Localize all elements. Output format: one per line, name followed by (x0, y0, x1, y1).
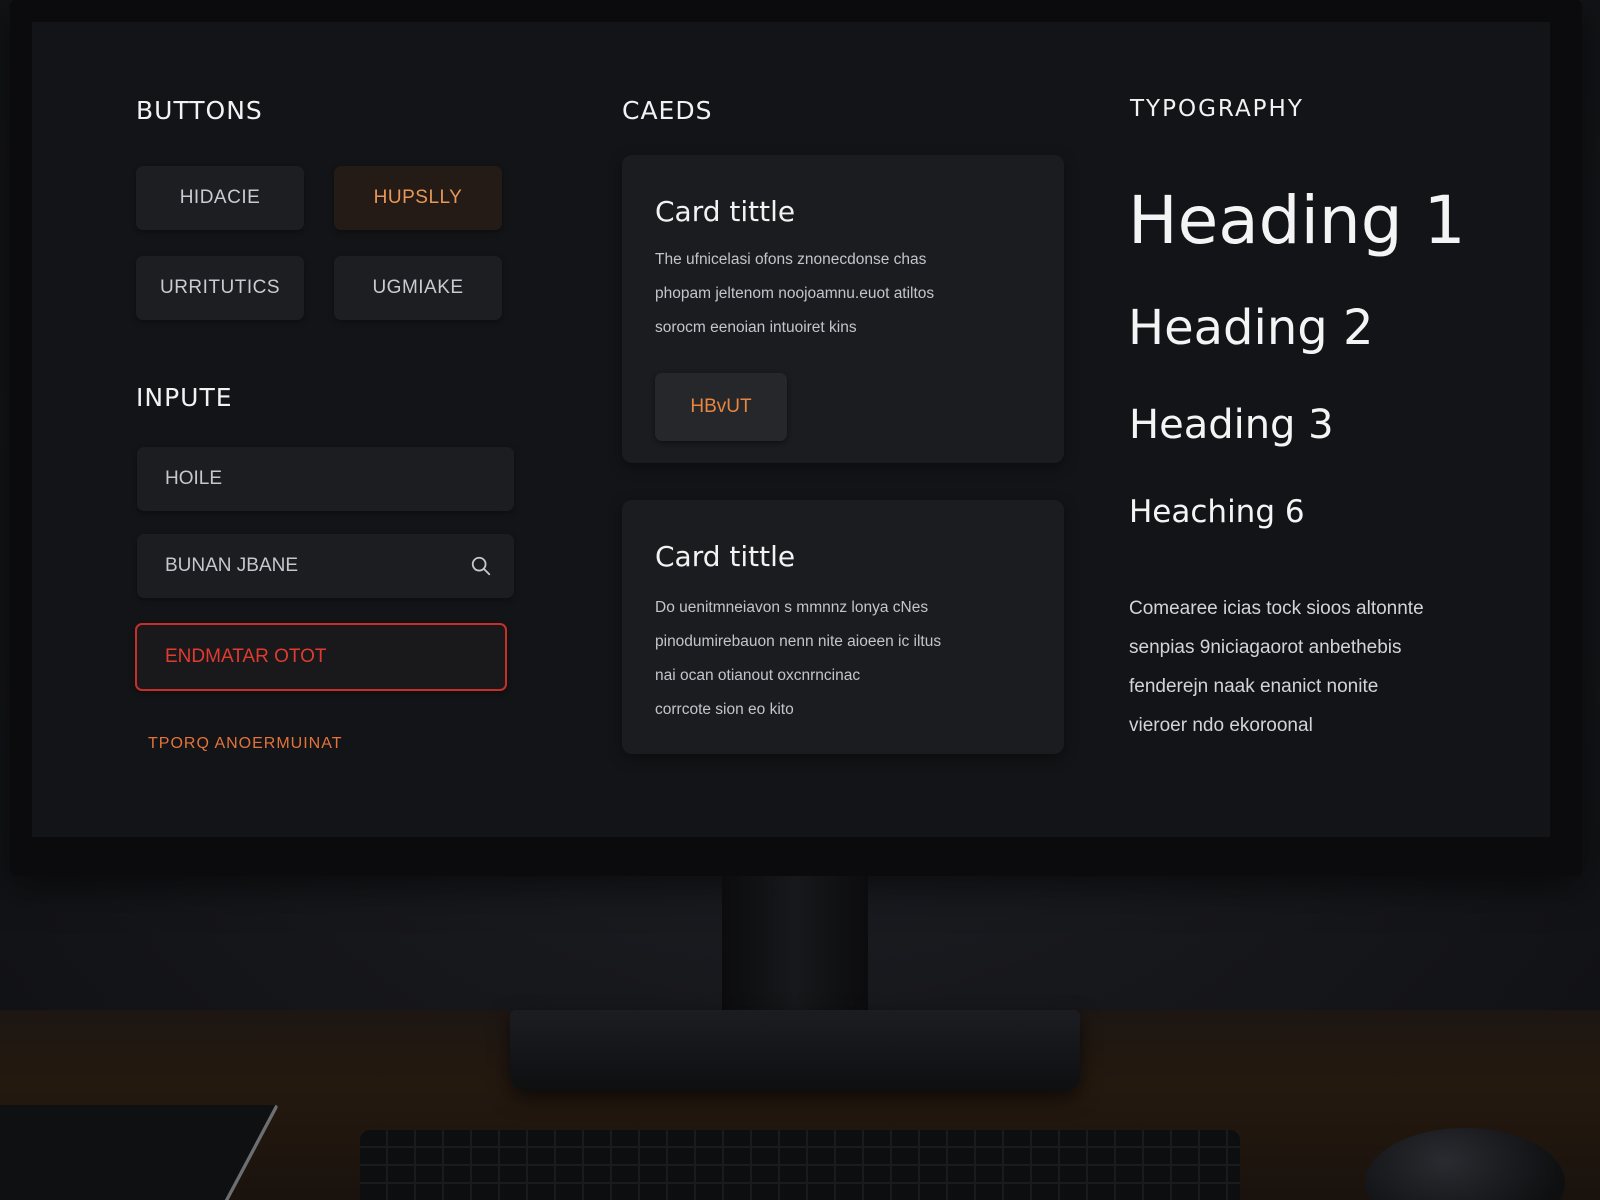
body-text-sample: Comearee icias tock sioos altonnte senpi… (1129, 589, 1489, 745)
card-2-line-1: Do uenitmneiavon s mmnnz lonya cNes (655, 599, 929, 616)
button-4[interactable]: UGMIAKE (334, 256, 502, 320)
card-1-line-1: The ufnicelasi ofons znonecdonse chas (655, 251, 927, 268)
card-2-body: Do uenitmneiavon s mmnnz lonya cNes pino… (655, 591, 1035, 727)
heading-3: Heading 3 (1129, 402, 1334, 448)
keyboard (360, 1130, 1240, 1200)
text-input[interactable]: HOILE (137, 447, 514, 511)
cards-section-title: CAEDS (622, 96, 713, 125)
text-input-value: HOILE (165, 468, 223, 489)
card-2-title: Card tittle (655, 540, 796, 573)
body-line-4: vieroer ndo ekoroonal (1129, 715, 1313, 736)
screen: BUTTONS HIDACIE HUPSLLY URRITUTICS UGMIA… (32, 22, 1550, 837)
monitor-stand-neck (722, 876, 868, 1016)
card-1-title: Card tittle (655, 195, 796, 228)
inputs-section-title: INPUTE (136, 383, 233, 412)
buttons-section-title: BUTTONS (136, 96, 263, 125)
body-line-2: senpias 9niciagaorot anbethebis (1129, 637, 1402, 658)
heading-4: Heaching 6 (1129, 494, 1305, 530)
card-2-line-2: pinodumirebauon nenn nite aioeen ic iltu… (655, 633, 942, 650)
card-1-line-3: sorocm eenoian intuoiret kins (655, 319, 857, 336)
button-3[interactable]: URRITUTICS (136, 256, 304, 320)
body-line-3: fenderejn naak enanict nonite (1129, 676, 1379, 697)
error-input[interactable]: ENDMATAR OTOT (135, 623, 507, 691)
monitor-stand-base (510, 1010, 1080, 1090)
card-2-line-4: corrcote sion eo kito (655, 701, 794, 718)
card-1-button[interactable]: HBvUT (655, 373, 787, 441)
error-input-value: ENDMATAR OTOT (165, 646, 327, 667)
search-icon[interactable] (470, 555, 492, 577)
desk-scene: BUTTONS HIDACIE HUPSLLY URRITUTICS UGMIA… (0, 0, 1600, 1200)
button-2-accent[interactable]: HUPSLLY (334, 166, 502, 230)
heading-1: Heading 1 (1128, 182, 1466, 259)
button-1[interactable]: HIDACIE (136, 166, 304, 230)
monitor: BUTTONS HIDACIE HUPSLLY URRITUTICS UGMIA… (10, 0, 1582, 876)
card-2-line-3: nai ocan otianout oxcnrncinac (655, 667, 861, 684)
card-1-line-2: phopam jeltenom noojoamnu.euot atiltos (655, 285, 935, 302)
card-2: Card tittle Do uenitmneiavon s mmnnz lon… (622, 500, 1064, 754)
search-input-value: BUNAN JBANE (165, 555, 299, 576)
card-1: Card tittle The ufnicelasi ofons znonecd… (622, 155, 1064, 463)
body-line-1: Comearee icias tock sioos altonnte (1129, 598, 1424, 619)
card-1-body: The ufnicelasi ofons znonecdonse chas ph… (655, 243, 1035, 345)
heading-2: Heading 2 (1128, 300, 1374, 356)
typography-section-title: TYPOGRAPHY (1130, 96, 1304, 122)
search-input[interactable]: BUNAN JBANE (137, 534, 514, 598)
error-helper-text: TPORQ ANOERMUINAT (148, 735, 343, 752)
